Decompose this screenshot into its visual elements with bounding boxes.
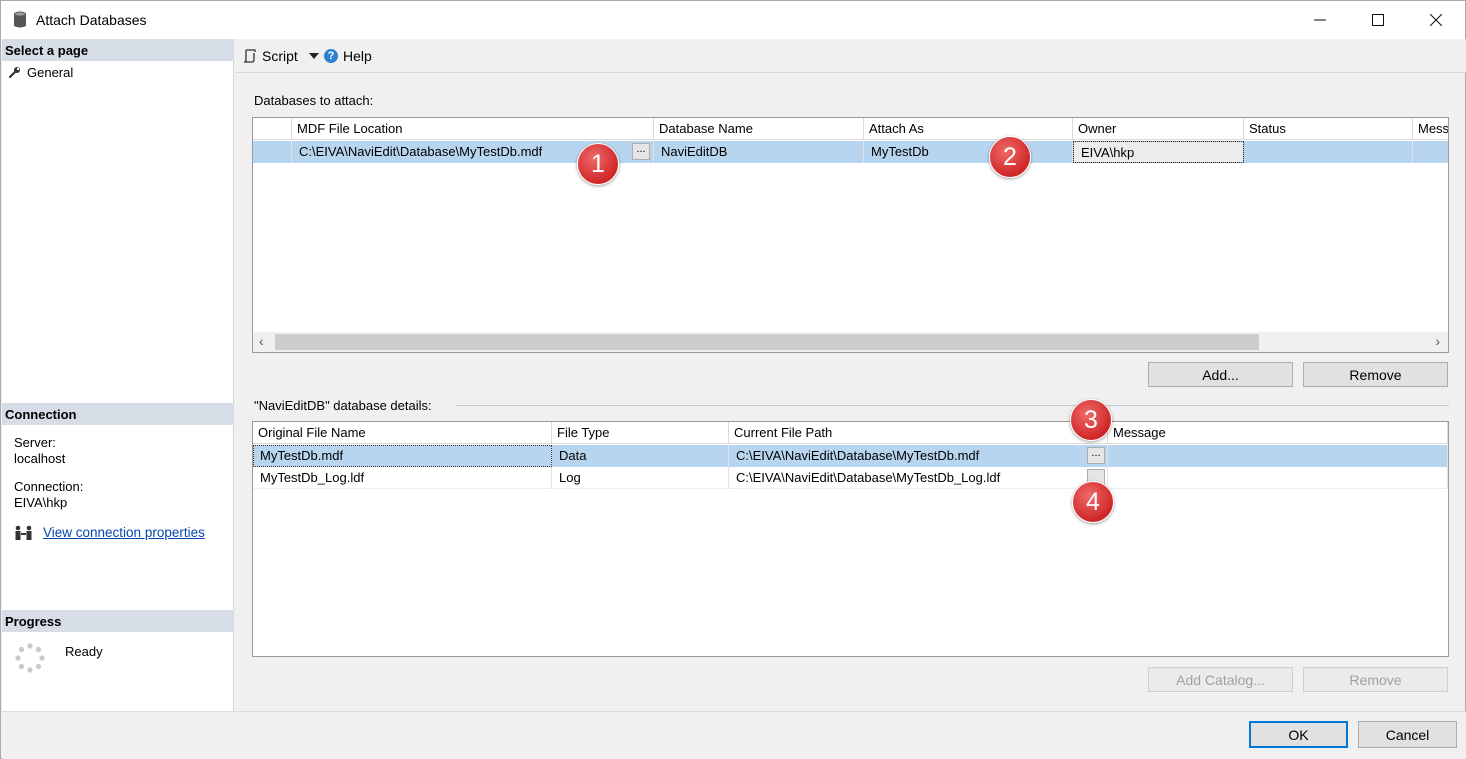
current-file-path-cell[interactable]: C:\EIVA\NaviEdit\Database\MyTestDb_Log.l… (729, 467, 1108, 489)
header-current-file-path[interactable]: Current File Path (729, 422, 1108, 444)
help-label: Help (343, 48, 372, 64)
view-connection-properties-link[interactable]: View connection properties (43, 525, 205, 540)
scroll-left-icon[interactable]: ‹ (259, 333, 264, 349)
current-file-path-value: C:\EIVA\NaviEdit\Database\MyTestDb_Log.l… (736, 470, 1001, 485)
script-label: Script (262, 48, 298, 64)
file-type-cell[interactable]: Data (552, 445, 729, 467)
ok-button[interactable]: OK (1249, 721, 1348, 748)
annotation-marker-2: 2 (989, 136, 1031, 178)
wrench-icon (8, 67, 20, 79)
header-owner[interactable]: Owner (1073, 118, 1244, 140)
details-row[interactable]: MyTestDb.mdf Data C:\EIVA\NaviEdit\Datab… (253, 445, 1448, 467)
minimize-icon (1314, 19, 1326, 21)
header-details-message[interactable]: Message (1108, 422, 1448, 444)
row-selector-cell[interactable] (253, 141, 292, 163)
annotation-marker-3: 3 (1070, 399, 1112, 441)
original-file-name-cell[interactable]: MyTestDb.mdf (253, 445, 552, 467)
details-message-cell (1108, 445, 1448, 467)
annotation-marker-4: 4 (1072, 481, 1114, 523)
server-label: Server: (14, 435, 56, 450)
header-status[interactable]: Status (1244, 118, 1413, 140)
header-attach-as[interactable]: Attach As (864, 118, 1073, 140)
attach-grid-header: MDF File Location Database Name Attach A… (253, 118, 1448, 140)
databases-to-attach-label: Databases to attach: (254, 93, 374, 108)
maximize-button[interactable] (1349, 1, 1407, 39)
details-row[interactable]: MyTestDb_Log.ldf Log C:\EIVA\NaviEdit\Da… (253, 467, 1448, 489)
database-name-cell[interactable]: NaviEditDB (654, 141, 864, 163)
window-title: Attach Databases (36, 12, 147, 28)
file-type-cell[interactable]: Log (552, 467, 729, 489)
group-divider (456, 405, 1449, 406)
database-details-label: "NaviEditDB" database details: (254, 398, 432, 413)
minimize-button[interactable] (1291, 1, 1349, 39)
current-file-path-value: C:\EIVA\NaviEdit\Database\MyTestDb.mdf (736, 448, 980, 463)
header-file-type[interactable]: File Type (552, 422, 729, 444)
page-general[interactable]: General (8, 65, 73, 80)
details-grid-header: Original File Name File Type Current Fil… (253, 422, 1448, 444)
attach-grid-horizontal-scrollbar[interactable]: ‹ › (253, 332, 1448, 352)
header-row-selector (253, 118, 292, 140)
header-message[interactable]: Mess (1413, 118, 1448, 140)
message-cell (1413, 141, 1448, 163)
current-file-path-cell[interactable]: C:\EIVA\NaviEdit\Database\MyTestDb.mdf .… (729, 445, 1108, 467)
header-mdf-file-location[interactable]: MDF File Location (292, 118, 654, 140)
status-cell (1244, 141, 1413, 163)
annotation-marker-1: 1 (577, 143, 619, 185)
progress-header: Progress (2, 610, 234, 632)
mdf-file-location-value: C:\EIVA\NaviEdit\Database\MyTestDb.mdf (299, 144, 543, 159)
browse-data-file-button[interactable]: ... (1087, 447, 1105, 464)
attach-row[interactable]: C:\EIVA\NaviEdit\Database\MyTestDb.mdf .… (253, 141, 1448, 163)
help-button[interactable]: ? Help (324, 48, 372, 64)
left-panel: Select a page General Connection Server:… (2, 39, 234, 711)
scroll-right-icon[interactable]: › (1435, 333, 1440, 349)
help-icon: ? (324, 49, 338, 63)
page-general-label: General (27, 65, 74, 80)
server-value: localhost (14, 451, 66, 466)
database-icon (14, 11, 26, 28)
attach-databases-grid: MDF File Location Database Name Attach A… (252, 117, 1449, 353)
remove-file-button[interactable]: Remove (1303, 667, 1448, 692)
connection-value: EIVA\hkp (14, 495, 68, 510)
connection-properties-icon (15, 525, 32, 540)
maximize-icon (1372, 14, 1384, 26)
database-details-grid: Original File Name File Type Current Fil… (252, 421, 1449, 657)
dialog-footer (2, 711, 1466, 759)
close-button[interactable] (1407, 1, 1465, 39)
connection-label: Connection: (14, 479, 84, 494)
title-bar: Attach Databases (1, 1, 1465, 39)
scrollbar-thumb[interactable] (275, 334, 1259, 350)
header-original-file-name[interactable]: Original File Name (253, 422, 552, 444)
progress-status: Ready (65, 644, 103, 659)
attach-databases-dialog: Attach Databases Select a page General C… (0, 0, 1466, 759)
connection-header: Connection (2, 403, 234, 425)
cancel-button[interactable]: Cancel (1358, 721, 1457, 748)
toolbar: Script ? Help (235, 39, 1466, 73)
add-catalog-button[interactable]: Add Catalog... (1148, 667, 1293, 692)
attach-as-cell[interactable]: MyTestDb (864, 141, 1073, 163)
browse-mdf-button[interactable]: ... (632, 143, 650, 160)
original-file-name-cell[interactable]: MyTestDb_Log.ldf (253, 467, 552, 489)
owner-cell[interactable]: EIVA\hkp (1073, 141, 1244, 163)
select-page-header: Select a page (2, 39, 234, 61)
details-message-cell (1108, 467, 1448, 489)
close-icon (1430, 14, 1442, 26)
header-database-name[interactable]: Database Name (654, 118, 864, 140)
script-icon (243, 49, 256, 63)
progress-spinner-icon (15, 643, 45, 673)
remove-database-button[interactable]: Remove (1303, 362, 1448, 387)
script-button[interactable]: Script (243, 48, 319, 64)
dropdown-arrow-icon (308, 53, 319, 59)
add-database-button[interactable]: Add... (1148, 362, 1293, 387)
